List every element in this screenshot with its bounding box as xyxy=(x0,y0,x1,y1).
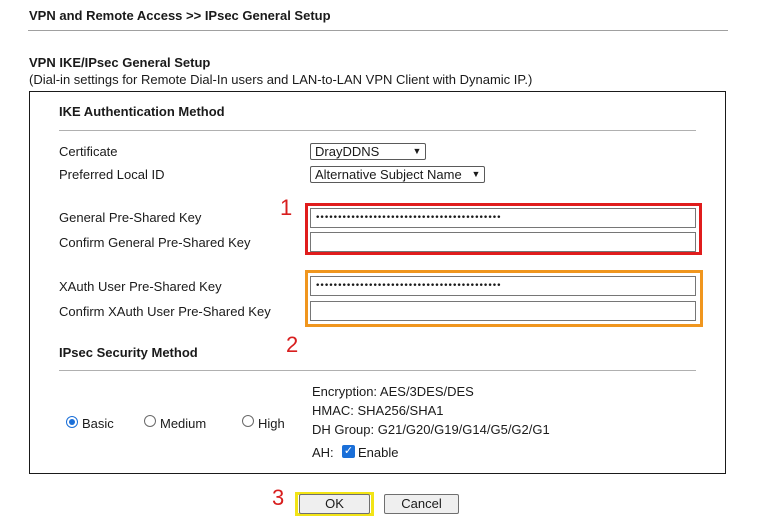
certificate-value: DrayDDNS xyxy=(315,144,380,159)
radio-medium-label: Medium xyxy=(160,416,207,431)
ipsec-divider xyxy=(59,370,696,371)
encryption-text: Encryption: AES/3DES/DES xyxy=(312,384,474,399)
radio-high[interactable] xyxy=(242,415,254,427)
page-breadcrumb: VPN and Remote Access >> IPsec General S… xyxy=(29,8,331,23)
confirm-general-psk-input[interactable] xyxy=(310,232,696,252)
xauth-psk-label: XAuth User Pre-Shared Key xyxy=(59,279,222,294)
annotation-marker-3: 3 xyxy=(272,485,285,510)
preferred-local-id-select[interactable]: Alternative Subject Name ▼ xyxy=(310,166,485,183)
certificate-select[interactable]: DrayDDNS ▼ xyxy=(310,143,426,160)
ah-label: AH: xyxy=(312,445,334,460)
ipsec-heading: IPsec Security Method xyxy=(59,345,198,360)
cancel-button[interactable]: Cancel xyxy=(384,494,459,514)
ike-divider xyxy=(59,130,696,131)
annotation-marker-2: 2 xyxy=(286,332,299,357)
preferred-local-id-label: Preferred Local ID xyxy=(59,167,165,182)
ike-heading: IKE Authentication Method xyxy=(59,104,225,119)
annotation-marker-1: 1 xyxy=(280,195,293,220)
confirm-xauth-psk-input[interactable] xyxy=(310,301,696,321)
confirm-xauth-psk-label: Confirm XAuth User Pre-Shared Key xyxy=(59,304,271,319)
ah-enable-label: Enable xyxy=(358,445,399,460)
preferred-local-id-value: Alternative Subject Name xyxy=(315,167,462,182)
certificate-label: Certificate xyxy=(59,144,118,159)
radio-high-label: High xyxy=(258,416,285,431)
general-psk-input[interactable]: ••••••••••••••••••••••••••••••••••••••••… xyxy=(310,208,696,228)
ah-enable-checkbox[interactable]: ✓ xyxy=(342,445,355,458)
hmac-text: HMAC: SHA256/SHA1 xyxy=(312,403,444,418)
general-psk-label: General Pre-Shared Key xyxy=(59,210,202,225)
section-title: VPN IKE/IPsec General Setup xyxy=(29,55,211,70)
ok-button[interactable]: OK xyxy=(299,494,370,514)
dh-group-text: DH Group: G21/G20/G19/G14/G5/G2/G1 xyxy=(312,422,550,437)
chevron-down-icon: ▼ xyxy=(471,169,481,179)
confirm-general-psk-label: Confirm General Pre-Shared Key xyxy=(59,235,251,250)
xauth-psk-input[interactable]: ••••••••••••••••••••••••••••••••••••••••… xyxy=(310,276,696,296)
title-divider xyxy=(28,30,728,31)
section-subtitle: (Dial-in settings for Remote Dial-In use… xyxy=(29,72,533,87)
radio-medium[interactable] xyxy=(144,415,156,427)
chevron-down-icon: ▼ xyxy=(412,146,422,156)
radio-basic[interactable] xyxy=(66,416,78,428)
radio-basic-label: Basic xyxy=(82,416,114,431)
